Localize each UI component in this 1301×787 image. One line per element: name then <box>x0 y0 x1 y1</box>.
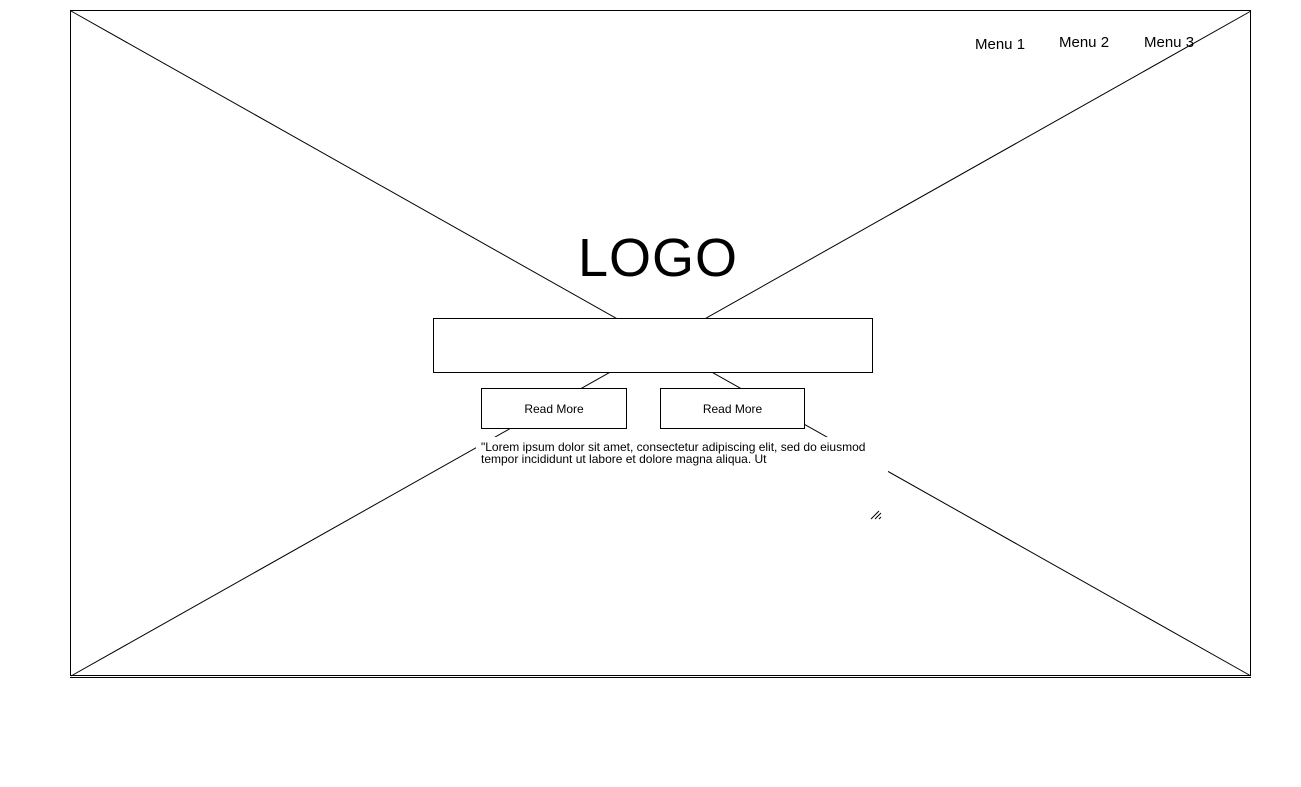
search-input[interactable] <box>433 318 873 373</box>
nav-item-menu-3[interactable]: Menu 3 <box>1144 34 1194 52</box>
body-text-area[interactable]: "Lorem ipsum dolor sit amet, consectetur… <box>476 437 888 522</box>
wireframe-page: Menu 1 Menu 2 Menu 3 LOGO Read More Read… <box>0 0 1301 787</box>
resize-grip-icon[interactable] <box>870 510 882 520</box>
divider <box>70 677 1251 678</box>
nav-item-menu-2[interactable]: Menu 2 <box>1059 34 1109 52</box>
logo: LOGO <box>577 228 739 288</box>
nav-item-menu-1[interactable]: Menu 1 <box>975 36 1025 54</box>
read-more-button-2[interactable]: Read More <box>660 388 805 429</box>
body-text: "Lorem ipsum dolor sit amet, consectetur… <box>481 440 866 466</box>
read-more-button-1[interactable]: Read More <box>481 388 627 429</box>
